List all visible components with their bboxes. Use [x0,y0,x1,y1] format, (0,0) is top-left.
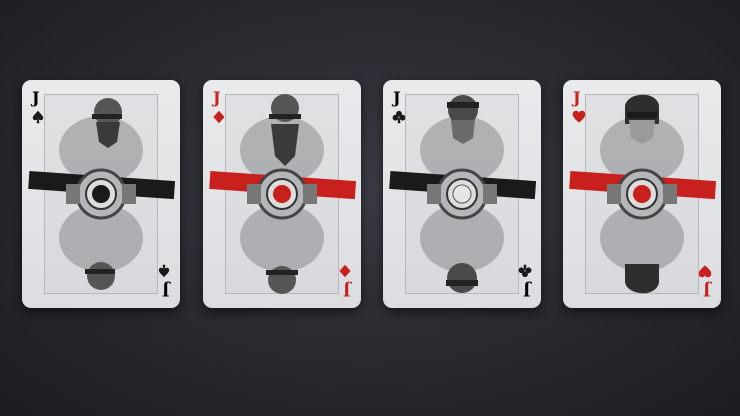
scene: { "cards": [ {"rank": "J", "suit": "spad… [0,0,740,416]
jack-of-hearts-card: J J [563,80,721,308]
spade-icon [158,264,170,278]
club-icon [518,264,532,278]
jack-of-diamonds-card: J J [203,80,361,308]
jack-of-clubs-card: J J [383,80,541,308]
rank-bottom: J [343,281,351,300]
heart-icon [698,265,712,278]
diamond-icon [339,264,351,278]
rank-bottom: J [703,281,711,300]
jack-of-spades-card: J J [22,80,180,308]
rank-bottom: J [162,281,170,300]
rank-bottom: J [523,281,531,300]
